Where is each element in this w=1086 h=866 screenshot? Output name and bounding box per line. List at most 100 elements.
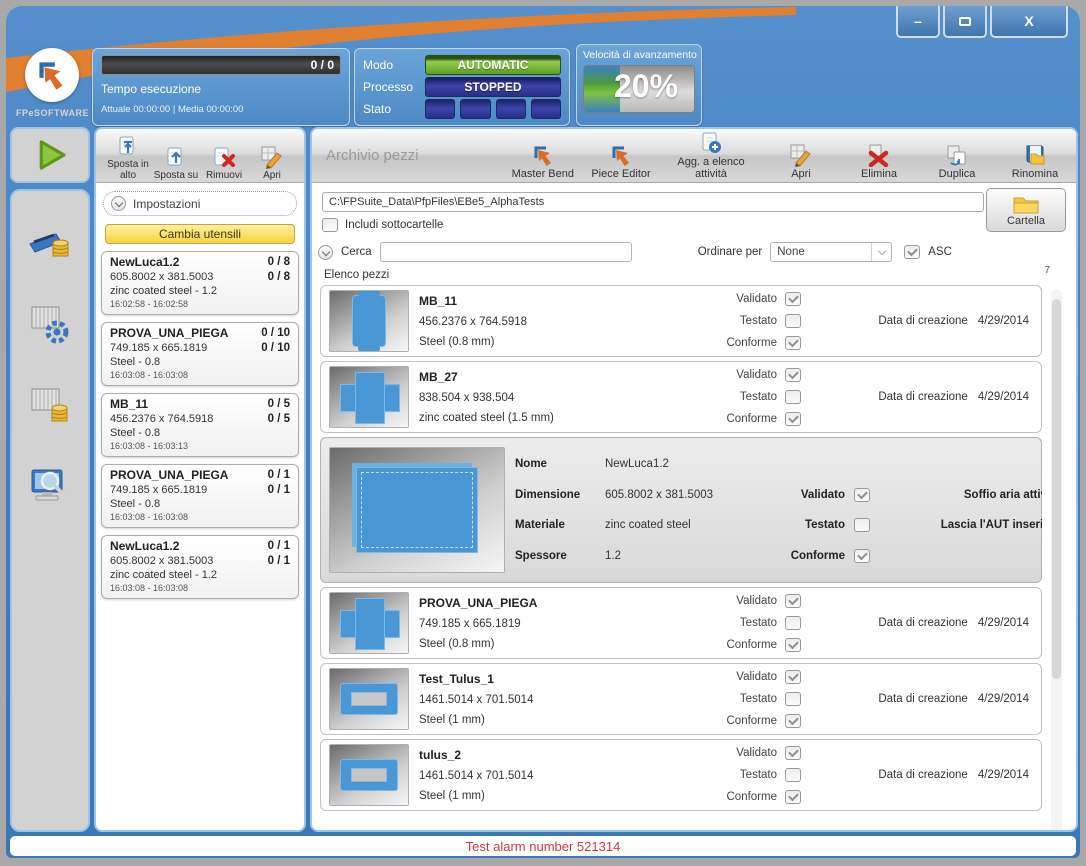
validato-checkbox[interactable] [785,594,801,608]
sidebar-item-tool-setup[interactable] [24,297,76,349]
testato-checkbox[interactable] [785,616,801,630]
delete-piece-button[interactable]: Elimina [848,143,910,180]
validato-checkbox[interactable] [785,670,801,684]
piece-material: Steel (0.8 mm) [419,336,641,348]
settings-expander[interactable]: Impostazioni [103,191,297,216]
open-piece-button[interactable]: Apri [770,143,832,180]
move-up-icon [164,145,188,169]
brand-name: FPeSOFTWARE [16,108,88,118]
conforme-checkbox[interactable] [785,790,801,804]
queue-item[interactable]: PROVA_UNA_PIEGA 749.185 x 665.1819 Steel… [101,464,299,528]
button-label: Sposta in alto [104,159,152,181]
stato-label: Stato [363,102,425,116]
piece-shape [340,683,398,715]
close-button[interactable]: X [990,6,1068,38]
conforme-checkbox[interactable] [854,549,870,563]
master-bend-button[interactable]: Master Bend [512,143,574,180]
choose-folder-button[interactable]: Cartella [986,188,1066,232]
piece-thumbnail [329,668,409,730]
change-tools-button[interactable]: Cambia utensili [105,224,295,244]
piece-row[interactable]: tulus_2 1461.5014 x 701.5014 Steel (1 mm… [320,739,1042,811]
piece-thumbnail [329,592,409,654]
piece-row[interactable]: PROVA_UNA_PIEGA 749.185 x 665.1819 Steel… [320,587,1042,659]
testato-label: Testato [740,769,777,781]
speed-label: Velocità di avanzamento [583,49,695,61]
queue-item[interactable]: MB_11 456.2376 x 764.5918 Steel - 0.8 16… [101,393,299,457]
piece-row[interactable]: MB_11 456.2376 x 764.5918 Steel (0.8 mm)… [320,285,1042,357]
folder-path-input[interactable] [322,192,984,212]
sidebar-item-diagnostics[interactable] [24,461,76,513]
conforme-checkbox[interactable] [785,336,801,350]
stato-segment [460,99,490,119]
asc-checkbox[interactable] [904,245,920,259]
add-to-task-list-button[interactable]: Agg. a elenco attività [668,131,754,180]
sort-by-select[interactable]: None [770,242,892,262]
queue-item[interactable]: NewLuca1.2 605.8002 x 381.5003 zinc coat… [101,251,299,315]
piece-row[interactable]: MB_27 838.504 x 938.504 zinc coated stee… [320,361,1042,433]
queue-item-counts: 0 / 80 / 8 [268,255,290,285]
testato-checkbox[interactable] [785,692,801,706]
maximize-button[interactable] [943,6,987,38]
conforme-label: Conforme [773,550,845,562]
testato-label: Testato [740,617,777,629]
creation-date-value: 4/29/2014 [978,693,1029,705]
duplicate-piece-button[interactable]: Duplica [926,143,988,180]
conforme-checkbox[interactable] [785,638,801,652]
open-button[interactable]: Apri [248,145,296,181]
tool-rack-gear-icon [26,299,74,347]
start-button[interactable] [10,127,90,183]
conforme-checkbox[interactable] [785,412,801,426]
sidebar-item-piece-archive[interactable] [24,215,76,267]
button-label: Rimuovi [206,170,242,181]
sort-by-label: Ordinare per [698,246,763,258]
creation-date-label: Data di creazione [878,617,968,629]
button-label: Agg. a elenco attività [668,156,754,180]
piece-detail-panel[interactable]: Nome NewLuca1.2 Dimensione 605.8002 x 38… [320,437,1042,583]
materiale-value: zinc coated steel [605,519,773,531]
button-label: Elimina [861,168,897,180]
dimensione-value: 605.8002 x 381.5003 [605,489,773,501]
queue-toolbar: Sposta in alto Sposta su [96,129,304,183]
chevron-down-icon [111,196,126,211]
testato-checkbox[interactable] [785,768,801,782]
testato-checkbox[interactable] [854,518,870,532]
chevron-down-icon[interactable] [318,245,333,260]
play-icon [29,134,71,176]
air-blow-label: Soffio aria attivo [902,489,1042,501]
search-input[interactable] [380,242,632,262]
validato-checkbox[interactable] [854,488,870,502]
testato-label: Testato [773,519,845,531]
move-up-button[interactable]: Sposta su [152,145,200,181]
sidebar [10,189,90,832]
nome-value: NewLuca1.2 [605,458,773,470]
validato-checkbox[interactable] [785,746,801,760]
piece-editor-button[interactable]: Piece Editor [590,143,652,180]
list-scrollbar[interactable] [1051,289,1062,832]
sidebar-item-tool-archive[interactable] [24,379,76,431]
queue-item-material: zinc coated steel - 1.2 [110,284,290,298]
creation-date-value: 4/29/2014 [978,769,1029,781]
queue-item-dimensions: 605.8002 x 381.5003 [110,270,290,284]
conforme-label: Conforme [727,639,778,651]
piece-dimensions: 1461.5014 x 701.5014 [419,694,641,706]
validato-label: Validato [736,293,777,305]
testato-checkbox[interactable] [785,390,801,404]
queue-item[interactable]: PROVA_UNA_PIEGA 749.185 x 665.1819 Steel… [101,322,299,386]
piece-list-label: Elenco pezzi [324,269,389,281]
testato-label: Testato [740,391,777,403]
move-to-top-button[interactable]: Sposta in alto [104,134,152,181]
testato-checkbox[interactable] [785,314,801,328]
include-subfolders-checkbox[interactable] [322,218,338,232]
queue-item[interactable]: NewLuca1.2 605.8002 x 381.5003 zinc coat… [101,535,299,599]
rename-piece-button[interactable]: Rinomina [1004,143,1066,180]
validato-checkbox[interactable] [785,368,801,382]
minimize-button[interactable]: – [896,6,940,38]
queue-item-name: NewLuca1.2 [110,539,290,554]
scrollbar-thumb[interactable] [1052,299,1061,679]
conforme-checkbox[interactable] [785,714,801,728]
remove-button[interactable]: Rimuovi [200,145,248,181]
validato-checkbox[interactable] [785,292,801,306]
queue-item-name: MB_11 [110,397,290,412]
button-label: Cartella [1007,215,1045,227]
piece-row[interactable]: Test_Tulus_1 1461.5014 x 701.5014 Steel … [320,663,1042,735]
